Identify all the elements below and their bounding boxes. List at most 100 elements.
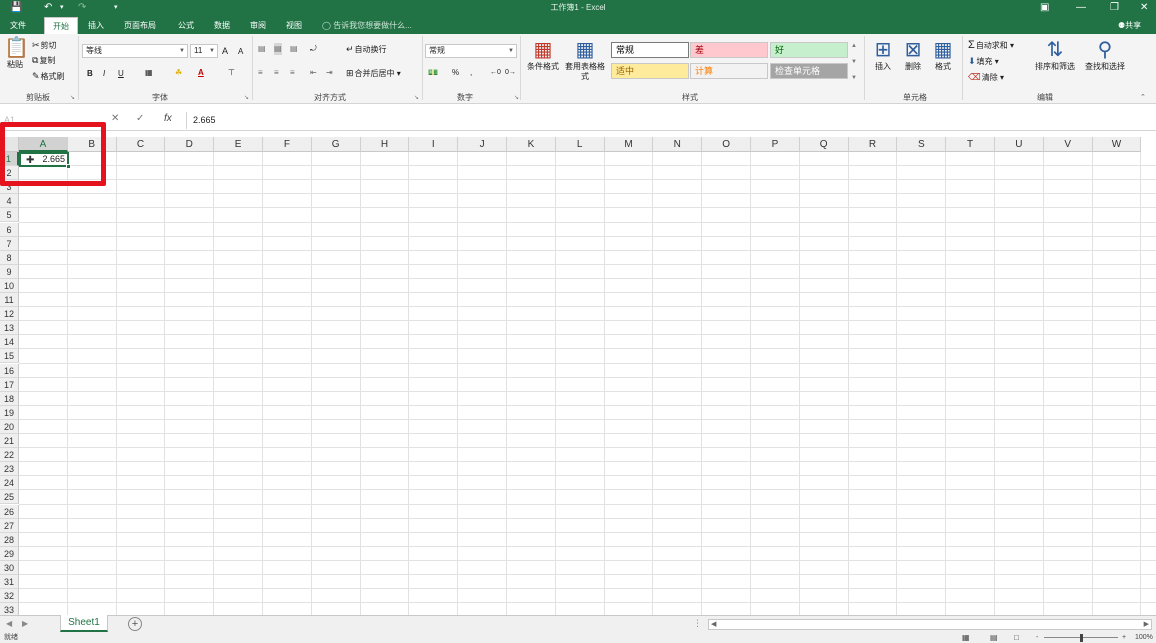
- prev-sheet-icon[interactable]: ◀: [6, 619, 12, 628]
- column-header[interactable]: P: [751, 137, 800, 152]
- align-bottom-icon[interactable]: ▤: [290, 43, 298, 55]
- column-header[interactable]: H: [360, 137, 410, 152]
- cell-style-option[interactable]: 计算: [690, 63, 768, 79]
- row-header[interactable]: 31: [0, 575, 19, 589]
- bold-button[interactable]: B: [87, 68, 93, 80]
- row-header[interactable]: 23: [0, 462, 19, 477]
- format-as-table-button[interactable]: ▦ 套用表格格式: [563, 38, 607, 82]
- column-header[interactable]: T: [946, 137, 995, 152]
- tab-file[interactable]: 文件: [2, 17, 34, 34]
- row-header[interactable]: 22: [0, 448, 19, 463]
- column-header[interactable]: O: [702, 137, 751, 152]
- dialog-launcher-icon[interactable]: ↘: [244, 94, 249, 101]
- row-header[interactable]: 29: [0, 546, 19, 561]
- row-header[interactable]: 18: [0, 391, 19, 406]
- column-header[interactable]: S: [897, 137, 947, 152]
- clear-button[interactable]: ⌫清除 ▾: [968, 71, 1004, 84]
- row-header[interactable]: 13: [0, 321, 19, 336]
- column-header[interactable]: W: [1092, 137, 1142, 152]
- column-header[interactable]: D: [165, 137, 215, 152]
- number-format-dropdown[interactable]: 常规 ▼: [425, 44, 517, 58]
- insert-function-icon[interactable]: fx: [164, 113, 172, 124]
- row-header[interactable]: 12: [0, 307, 19, 322]
- phonetic-icon[interactable]: ⊤: [228, 67, 235, 79]
- cell-style-option[interactable]: 差: [690, 42, 768, 58]
- row-header[interactable]: 25: [0, 490, 19, 505]
- add-sheet-button[interactable]: +: [128, 617, 142, 631]
- decrease-indent-icon[interactable]: ⇤: [310, 67, 317, 79]
- format-cells-button[interactable]: ▦ 格式: [928, 38, 958, 72]
- zoom-level[interactable]: 100%: [1135, 633, 1153, 643]
- accounting-format-icon[interactable]: 💵: [428, 67, 438, 79]
- collapse-ribbon-icon[interactable]: ⌃: [1140, 92, 1146, 104]
- row-header[interactable]: 28: [0, 532, 19, 547]
- row-header[interactable]: 7: [0, 236, 19, 251]
- row-header[interactable]: 26: [0, 504, 19, 519]
- borders-icon[interactable]: ▦: [145, 67, 153, 79]
- formula-input[interactable]: 2.665: [186, 112, 1154, 129]
- next-sheet-icon[interactable]: ▶: [22, 619, 28, 628]
- row-header[interactable]: 16: [0, 363, 19, 378]
- tab-home[interactable]: 开始: [44, 17, 78, 34]
- styles-scroll-down-icon[interactable]: ▼: [851, 56, 857, 68]
- styles-more-icon[interactable]: ▼: [851, 72, 857, 84]
- align-center-icon[interactable]: ≡: [274, 67, 279, 79]
- percent-button[interactable]: %: [452, 67, 459, 79]
- merge-center-button[interactable]: ⊞合并后居中 ▾: [346, 67, 401, 80]
- paste-button[interactable]: 📋 粘贴: [4, 36, 29, 70]
- row-header[interactable]: 33: [0, 603, 19, 615]
- cell-style-option[interactable]: 好: [770, 42, 848, 58]
- cancel-icon[interactable]: ✕: [111, 113, 119, 124]
- sort-filter-button[interactable]: ⇅ 排序和筛选: [1030, 38, 1080, 72]
- align-top-icon[interactable]: ▤: [258, 43, 266, 55]
- shrink-font-button[interactable]: A: [238, 46, 243, 58]
- page-layout-view-icon[interactable]: ▤: [990, 633, 998, 643]
- column-header[interactable]: C: [116, 137, 166, 152]
- row-header[interactable]: 10: [0, 278, 19, 293]
- row-header[interactable]: 17: [0, 377, 19, 392]
- tell-me-box[interactable]: ◯ 告诉我您想要做什么...: [322, 17, 412, 34]
- orientation-icon[interactable]: ⤾: [310, 43, 317, 55]
- row-header[interactable]: 21: [0, 434, 19, 448]
- copy-button[interactable]: ⧉复制: [32, 54, 55, 67]
- row-header[interactable]: 5: [0, 208, 19, 223]
- row-header[interactable]: 24: [0, 476, 19, 491]
- grow-font-button[interactable]: A: [222, 45, 228, 57]
- horizontal-scrollbar[interactable]: ◀ ▶: [708, 619, 1152, 630]
- align-right-icon[interactable]: ≡: [290, 67, 295, 79]
- minimize-icon[interactable]: —: [1076, 1, 1086, 15]
- cell-style-option[interactable]: 检查单元格: [770, 63, 848, 79]
- tab-review[interactable]: 审阅: [242, 17, 274, 34]
- column-header[interactable]: F: [263, 137, 312, 152]
- row-header[interactable]: 20: [0, 419, 19, 434]
- column-header[interactable]: N: [653, 137, 703, 152]
- increase-decimal-icon[interactable]: ←0: [490, 67, 501, 79]
- wrap-text-button[interactable]: ↵自动换行: [346, 43, 387, 56]
- scroll-left-icon[interactable]: ◀: [711, 620, 716, 628]
- fill-color-icon[interactable]: ☘: [175, 67, 182, 79]
- column-header[interactable]: L: [555, 137, 605, 152]
- column-header[interactable]: E: [214, 137, 263, 152]
- row-header[interactable]: 6: [0, 222, 19, 237]
- row-header[interactable]: 4: [0, 194, 19, 209]
- column-header[interactable]: U: [995, 137, 1044, 152]
- share-button[interactable]: ⚉共享: [1118, 17, 1141, 34]
- find-select-button[interactable]: ⚲ 查找和选择: [1080, 38, 1130, 72]
- fill-button[interactable]: ⬇填充 ▾: [968, 55, 999, 68]
- row-header[interactable]: 30: [0, 560, 19, 575]
- ribbon-display-icon[interactable]: ▣: [1040, 1, 1049, 15]
- decrease-decimal-icon[interactable]: 0→: [505, 67, 516, 79]
- zoom-in-button[interactable]: +: [1122, 633, 1126, 643]
- italic-button[interactable]: I: [103, 68, 105, 80]
- tab-view[interactable]: 视图: [278, 17, 310, 34]
- column-header[interactable]: K: [507, 137, 556, 152]
- font-size-dropdown[interactable]: 11 ▼: [190, 44, 218, 58]
- font-name-dropdown[interactable]: 等线 ▼: [82, 44, 188, 58]
- close-icon[interactable]: ✕: [1140, 1, 1148, 15]
- scroll-right-icon[interactable]: ▶: [1144, 620, 1149, 628]
- column-header[interactable]: Q: [799, 137, 849, 152]
- increase-indent-icon[interactable]: ⇥: [326, 67, 333, 79]
- row-header[interactable]: 11: [0, 293, 19, 307]
- dialog-launcher-icon[interactable]: ↘: [70, 94, 75, 101]
- insert-cells-button[interactable]: ⊞ 插入: [868, 38, 898, 72]
